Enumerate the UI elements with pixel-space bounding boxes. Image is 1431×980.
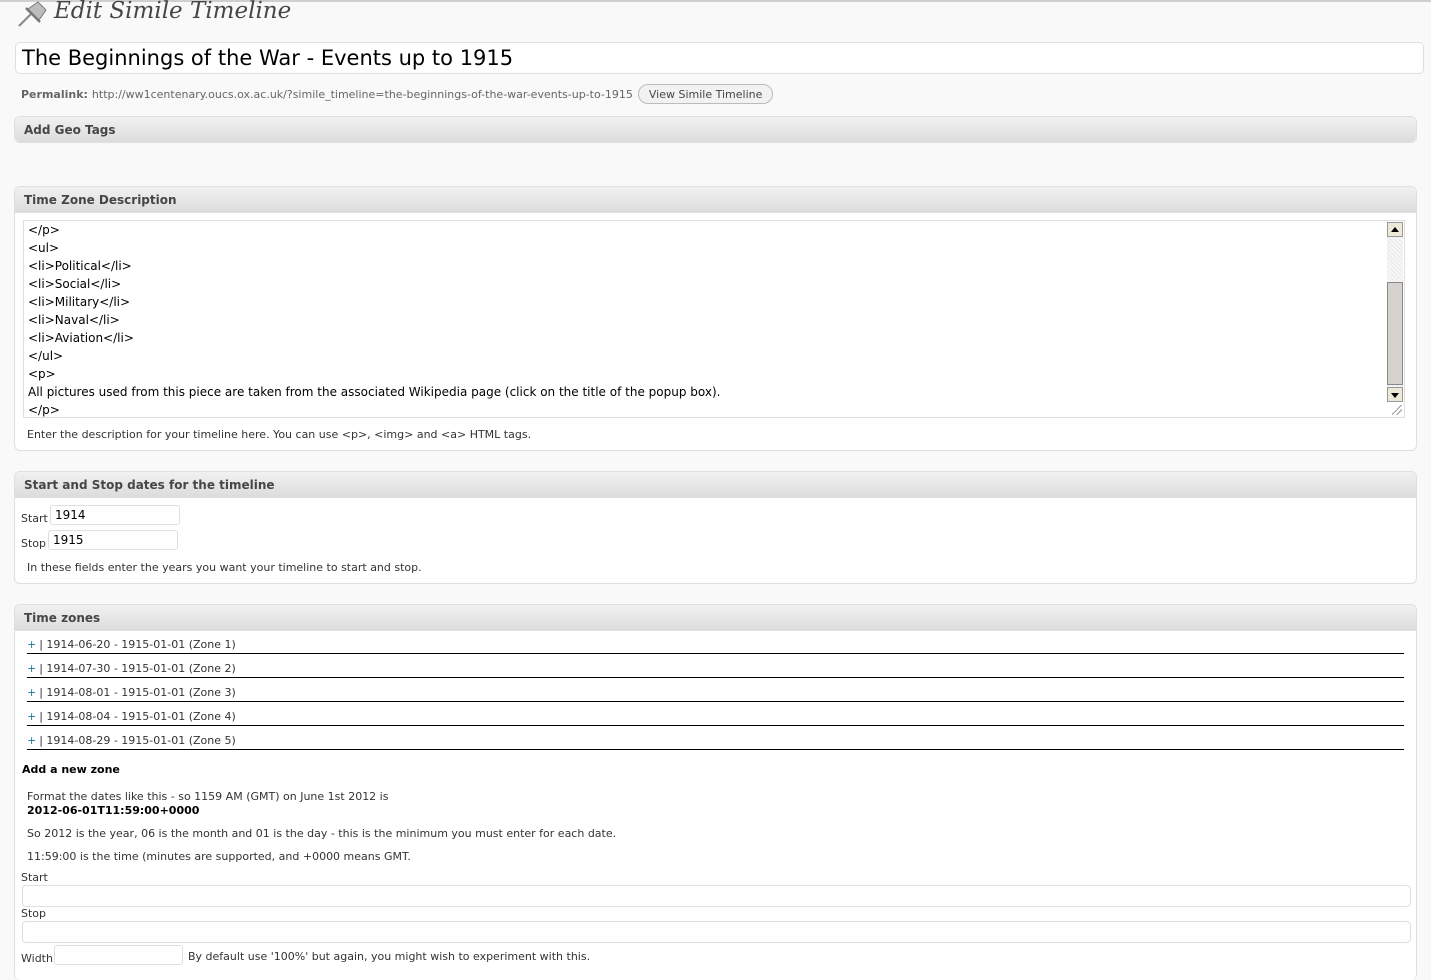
arrow-down-icon (1391, 393, 1399, 398)
zone-start-input[interactable] (22, 885, 1411, 907)
zone-row: + | 1914-08-01 - 1915-01-01 (Zone 3) (27, 686, 1404, 702)
start-label: Start (21, 512, 48, 525)
scroll-thumb[interactable] (1387, 282, 1403, 385)
zone-row: + | 1914-07-30 - 1915-01-01 (Zone 2) (27, 662, 1404, 678)
permalink-url: http://ww1centenary.oucs.ox.ac.uk/?simil… (91, 87, 633, 101)
post-title-input[interactable] (15, 42, 1424, 74)
permalink-label: Permalink: (21, 87, 88, 101)
geo-tags-box: Add Geo Tags (14, 116, 1417, 143)
stop-year-input[interactable] (48, 530, 178, 550)
view-timeline-button[interactable]: View Simile Timeline (637, 84, 774, 104)
expand-zone-toggle[interactable]: + (27, 638, 36, 651)
format-instructions: Format the dates like this - so 1159 AM … (27, 790, 389, 803)
add-zone-heading: Add a new zone (22, 763, 120, 776)
zone-row: + | 1914-08-29 - 1915-01-01 (Zone 5) (27, 734, 1404, 750)
zone-text: | 1914-08-04 - 1915-01-01 (Zone 4) (39, 710, 236, 723)
geo-tags-header[interactable]: Add Geo Tags (15, 117, 1416, 142)
scroll-up-button[interactable] (1387, 222, 1403, 237)
expand-zone-toggle[interactable]: + (27, 710, 36, 723)
description-line: <p> (28, 367, 56, 381)
time-zones-box: Time zones + | 1914-06-20 - 1915-01-01 (Z… (14, 604, 1417, 980)
start-year-input[interactable] (50, 505, 180, 525)
time-zones-header[interactable]: Time zones (15, 605, 1416, 631)
description-line: All pictures used from this piece are ta… (28, 385, 721, 399)
dates-header[interactable]: Start and Stop dates for the timeline (15, 472, 1416, 498)
zone-text: | 1914-08-01 - 1915-01-01 (Zone 3) (39, 686, 236, 699)
description-line: <li>Social</li> (28, 277, 122, 291)
dates-box: Start and Stop dates for the timeline St… (14, 471, 1417, 584)
zone-text: | 1914-07-30 - 1915-01-01 (Zone 2) (39, 662, 236, 675)
description-hint: Enter the description for your timeline … (27, 428, 532, 441)
zone-stop-input[interactable] (22, 921, 1411, 943)
pushpin-icon (16, 0, 50, 28)
dates-hint: In these fields enter the years you want… (27, 561, 422, 574)
description-box: Time Zone Description </p> <ul> <li>Politi… (14, 186, 1417, 451)
description-line: <ul> (28, 241, 60, 255)
zone-stop-label: Stop (21, 907, 47, 920)
format-explanation-date: So 2012 is the year, 06 is the month and… (27, 827, 617, 840)
scroll-down-button[interactable] (1387, 387, 1403, 402)
description-header[interactable]: Time Zone Description (15, 187, 1416, 213)
expand-zone-toggle[interactable]: + (27, 686, 36, 699)
page-header: Edit Simile Timeline (16, 0, 291, 28)
permalink-row: Permalink: http://ww1centenary.oucs.ox.a… (21, 84, 774, 104)
zone-text: | 1914-06-20 - 1915-01-01 (Zone 1) (39, 638, 236, 651)
description-line: <li>Aviation</li> (28, 331, 134, 345)
description-line: </ul> (28, 349, 64, 363)
zone-width-input[interactable] (54, 945, 183, 965)
zone-row: + | 1914-08-04 - 1915-01-01 (Zone 4) (27, 710, 1404, 726)
zone-row: + | 1914-06-20 - 1915-01-01 (Zone 1) (27, 638, 1404, 654)
description-line: <li>Political</li> (28, 259, 132, 273)
arrow-up-icon (1391, 227, 1399, 232)
zone-start-label: Start (21, 871, 48, 884)
stop-label: Stop (21, 537, 47, 550)
description-line: </p> (28, 223, 60, 237)
zone-width-hint: By default use '100%' but again, you mig… (188, 950, 591, 963)
description-line: <li>Naval</li> (28, 313, 120, 327)
expand-zone-toggle[interactable]: + (27, 734, 36, 747)
scrollbar[interactable] (1387, 222, 1403, 402)
description-line: <li>Military</li> (28, 295, 131, 309)
description-line: </p> (28, 403, 60, 417)
zone-text: | 1914-08-29 - 1915-01-01 (Zone 5) (39, 734, 236, 747)
description-text: </p> <ul> <li>Political</li> <li>Social</li… (28, 221, 1388, 417)
page-title: Edit Simile Timeline (54, 0, 292, 24)
expand-zone-toggle[interactable]: + (27, 662, 36, 675)
format-example: 2012-06-01T11:59:00+0000 (27, 804, 200, 817)
description-textarea[interactable]: </p> <ul> <li>Political</li> <li>Social</li… (23, 220, 1405, 418)
resize-grip-icon[interactable] (1392, 405, 1402, 415)
format-explanation-time: 11:59:00 is the time (minutes are suppor… (27, 850, 411, 863)
zone-width-label: Width (21, 952, 53, 965)
